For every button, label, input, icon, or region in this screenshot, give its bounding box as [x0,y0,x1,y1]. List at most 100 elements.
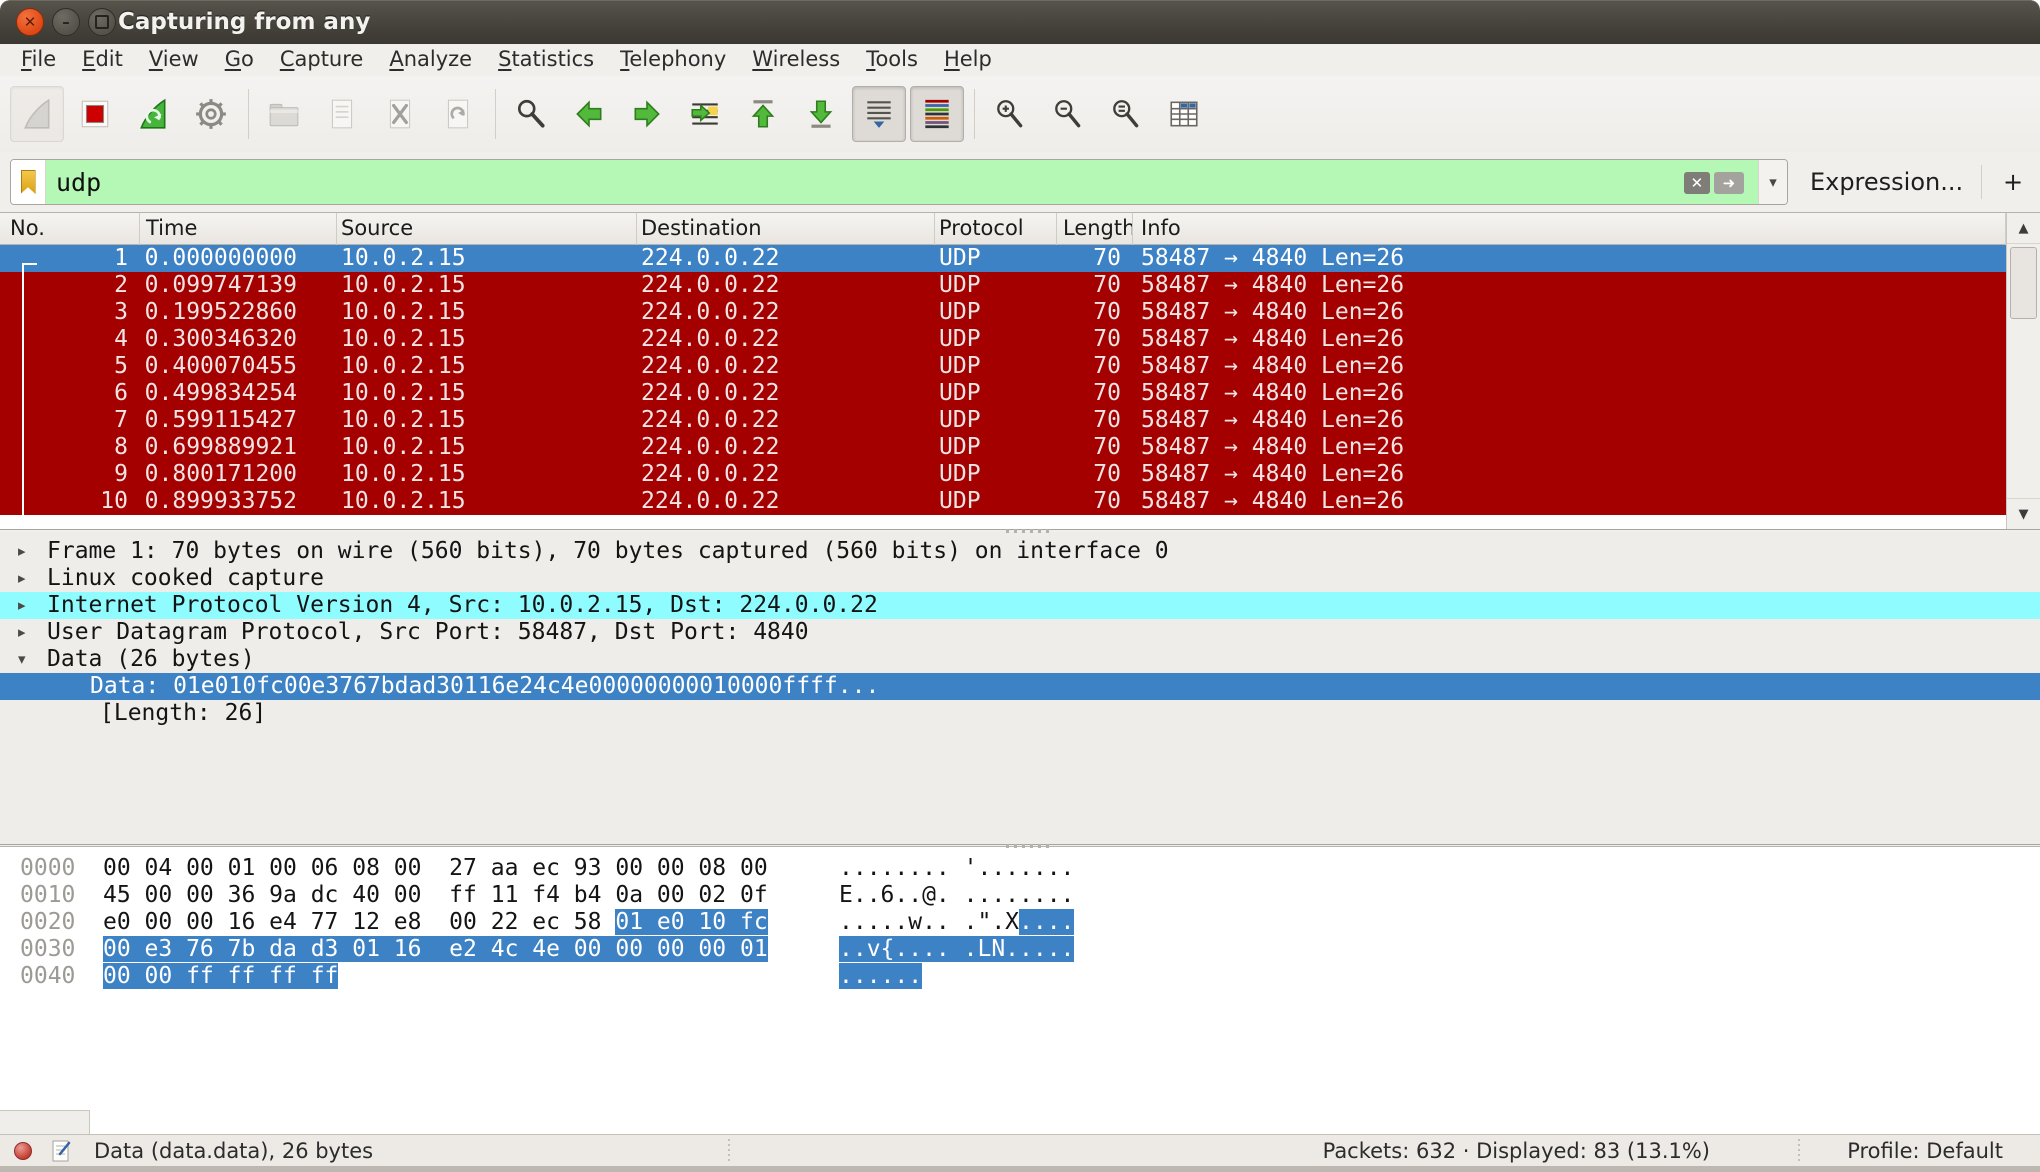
hex-row[interactable]: 000000 04 00 01 00 06 08 00 27 aa ec 93 … [0,855,2040,882]
detail-row[interactable]: ▸Linux cooked capture [0,565,2040,592]
scroll-up-arrow-icon[interactable]: ▲ [2007,213,2040,244]
column-header-time[interactable]: Time [140,213,337,245]
menu-wireless[interactable]: Wireless [739,44,853,76]
detail-row[interactable]: ▸Internet Protocol Version 4, Src: 10.0.… [0,592,2040,619]
expression-button[interactable]: Expression... [1810,168,1963,196]
save-file-button[interactable] [315,86,369,142]
cell-proto: UDP [935,407,1057,434]
capture-options-button[interactable] [184,86,238,142]
menu-go[interactable]: Go [212,44,267,76]
expander-closed-icon[interactable]: ▸ [18,619,26,646]
packet-row[interactable]: 50.40007045510.0.2.15224.0.0.22UDP705848… [0,353,2006,380]
resize-columns-button[interactable] [1157,86,1211,142]
expert-info-icon[interactable] [14,1142,32,1160]
expander-open-icon[interactable]: ▾ [18,646,26,673]
reload-file-button[interactable] [431,86,485,142]
capture-comment-icon[interactable] [52,1140,72,1162]
scrollbar-thumb[interactable] [2010,247,2037,319]
packet-row[interactable]: 10.00000000010.0.2.15224.0.0.22UDP705848… [0,245,2006,272]
filter-history-caret[interactable]: ▾ [1758,160,1787,204]
apply-filter-icon[interactable]: ➜ [1714,172,1744,194]
menu-tools[interactable]: Tools [853,44,931,76]
packet-row[interactable]: 100.89993375210.0.2.15224.0.0.22UDP70584… [0,488,2006,515]
cell-info: 58487 → 4840 Len=26 [1133,407,2006,434]
packet-row[interactable]: 70.59911542710.0.2.15224.0.0.22UDP705848… [0,407,2006,434]
title-bar: ✕ – Capturing from any [0,0,2040,44]
status-field-info: Data (data.data), 26 bytes [94,1139,373,1163]
packet-row[interactable]: 80.69988992110.0.2.15224.0.0.22UDP705848… [0,434,2006,461]
hex-ascii-selected: ...... [839,963,922,989]
menu-capture[interactable]: Capture [267,44,377,76]
detail-row[interactable]: ▾Data (26 bytes) [0,646,2040,673]
hex-row[interactable]: 003000 e3 76 7b da d3 01 16 e2 4c 4e 00 … [0,936,2040,963]
cell-proto: UDP [935,245,1057,272]
hex-offset: 0040 [20,963,75,990]
detail-row[interactable]: ▸Frame 1: 70 bytes on wire (560 bits), 7… [0,538,2040,565]
pane-splitter-grip[interactable] [1006,844,1050,848]
hex-row[interactable]: 0020e0 00 00 16 e4 77 12 e8 00 22 ec 58 … [0,909,2040,936]
menu-telephony[interactable]: Telephony [607,44,739,76]
zoom-in-button[interactable] [983,86,1037,142]
menu-analyze[interactable]: Analyze [376,44,485,76]
detail-row[interactable]: ▸User Datagram Protocol, Src Port: 58487… [0,619,2040,646]
packet-row[interactable]: 20.09974713910.0.2.15224.0.0.22UDP705848… [0,272,2006,299]
maximize-button[interactable] [88,8,116,36]
status-profile[interactable]: Profile: Default [1847,1139,2003,1163]
menu-statistics[interactable]: Statistics [485,44,607,76]
filter-bar: udp ✕ ➜ ▾ Expression... + [0,152,2040,212]
auto-scroll-button[interactable] [852,86,906,142]
pane-splitter-grip[interactable] [1006,529,1050,533]
expander-closed-icon[interactable]: ▸ [18,592,26,619]
packet-list-scrollbar[interactable]: ▲ ▼ [2006,213,2040,529]
cell-no: 8 [0,434,140,461]
start-capture-button[interactable] [10,86,64,142]
go-forward-button[interactable] [620,86,674,142]
find-packet-button[interactable] [504,86,558,142]
go-first-packet-button[interactable] [736,86,790,142]
expander-closed-icon[interactable]: ▸ [18,565,26,592]
go-back-button[interactable] [562,86,616,142]
hex-ascii: ...... [839,963,922,990]
packet-row[interactable]: 40.30034632010.0.2.15224.0.0.22UDP705848… [0,326,2006,353]
cell-dst: 224.0.0.22 [637,461,935,488]
go-to-packet-button[interactable] [678,86,732,142]
menu-help[interactable]: Help [931,44,1005,76]
hex-row[interactable]: 001045 00 00 36 9a dc 40 00 ff 11 f4 b4 … [0,882,2040,909]
scroll-down-arrow-icon[interactable]: ▼ [2007,498,2040,529]
column-header-info[interactable]: Info [1133,213,2006,245]
zoom-out-button[interactable] [1041,86,1095,142]
filter-bookmark-button[interactable] [11,160,46,204]
display-filter-input[interactable]: udp ✕ ➜ ▾ [10,159,1788,205]
detail-row[interactable]: Data: 01e010fc00e3767bdad30116e24c4e0000… [0,673,2040,700]
menu-file[interactable]: File [8,44,69,76]
packet-row[interactable]: 60.49983425410.0.2.15224.0.0.22UDP705848… [0,380,2006,407]
restart-capture-button[interactable] [126,86,180,142]
expander-closed-icon[interactable]: ▸ [18,538,26,565]
column-header-protocol[interactable]: Protocol [935,213,1057,245]
minimize-button[interactable]: – [52,8,80,36]
colorize-button[interactable] [910,86,964,142]
close-file-button[interactable] [373,86,427,142]
menu-edit[interactable]: Edit [69,44,136,76]
arrow-left-icon [572,97,606,131]
detail-row[interactable]: [Length: 26] [0,700,2040,727]
column-header-no[interactable]: No. [0,213,140,245]
column-header-length[interactable]: Length [1057,213,1133,245]
zoom-original-button[interactable] [1099,86,1153,142]
cell-info: 58487 → 4840 Len=26 [1133,353,2006,380]
open-file-button[interactable] [257,86,311,142]
column-header-destination[interactable]: Destination [637,213,935,245]
filter-entry[interactable]: udp ✕ ➜ [46,160,1758,204]
close-button[interactable]: ✕ [16,8,44,36]
clear-filter-icon[interactable]: ✕ [1684,172,1710,194]
add-filter-button[interactable]: + [1996,168,2030,196]
column-header-source[interactable]: Source [337,213,637,245]
packet-row[interactable]: 30.19952286010.0.2.15224.0.0.22UDP705848… [0,299,2006,326]
stop-capture-button[interactable] [68,86,122,142]
hex-bytes: 00 00 ff ff ff ff [103,963,338,990]
go-last-packet-button[interactable] [794,86,848,142]
cell-len: 70 [1057,326,1133,353]
menu-view[interactable]: View [136,44,212,76]
packet-row[interactable]: 90.80017120010.0.2.15224.0.0.22UDP705848… [0,461,2006,488]
hex-row[interactable]: 0040 00 00 ff ff ff ff...... [0,963,2040,990]
